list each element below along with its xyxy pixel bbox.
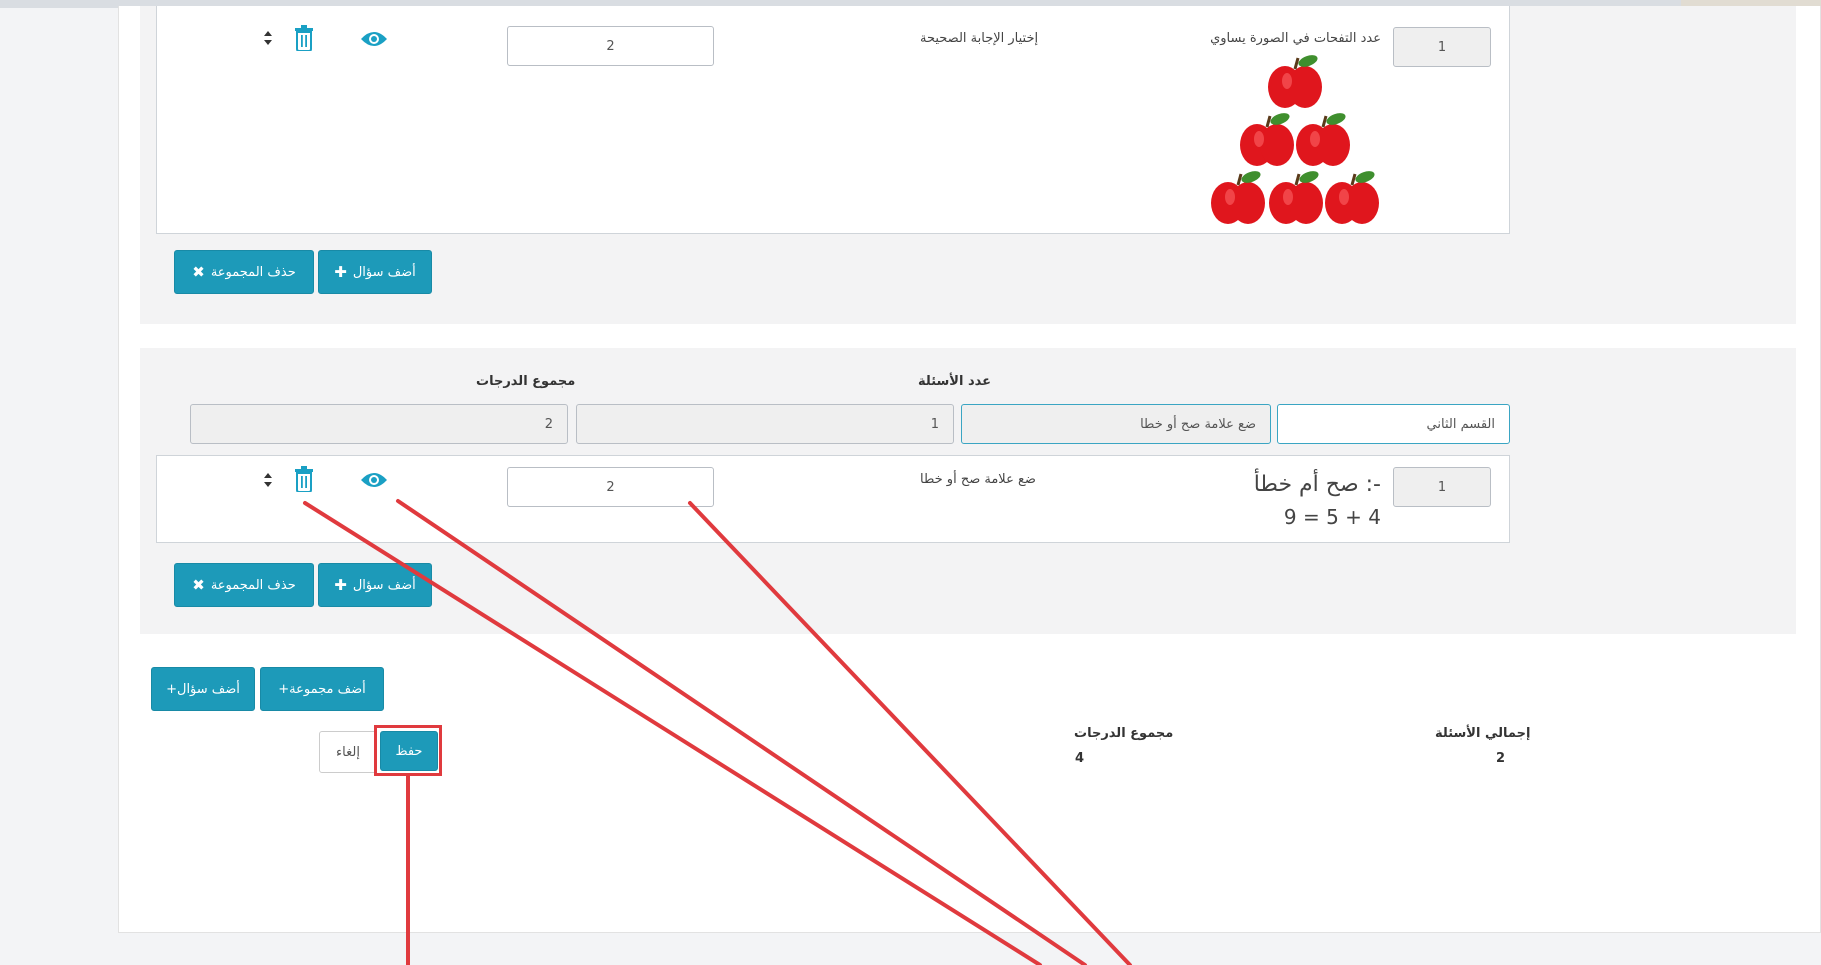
annotation-line-trash [303,501,1042,965]
annotation-line-eye [396,499,1087,965]
annotation-arrows [303,499,1132,965]
annotation-line-grade [688,501,1132,965]
